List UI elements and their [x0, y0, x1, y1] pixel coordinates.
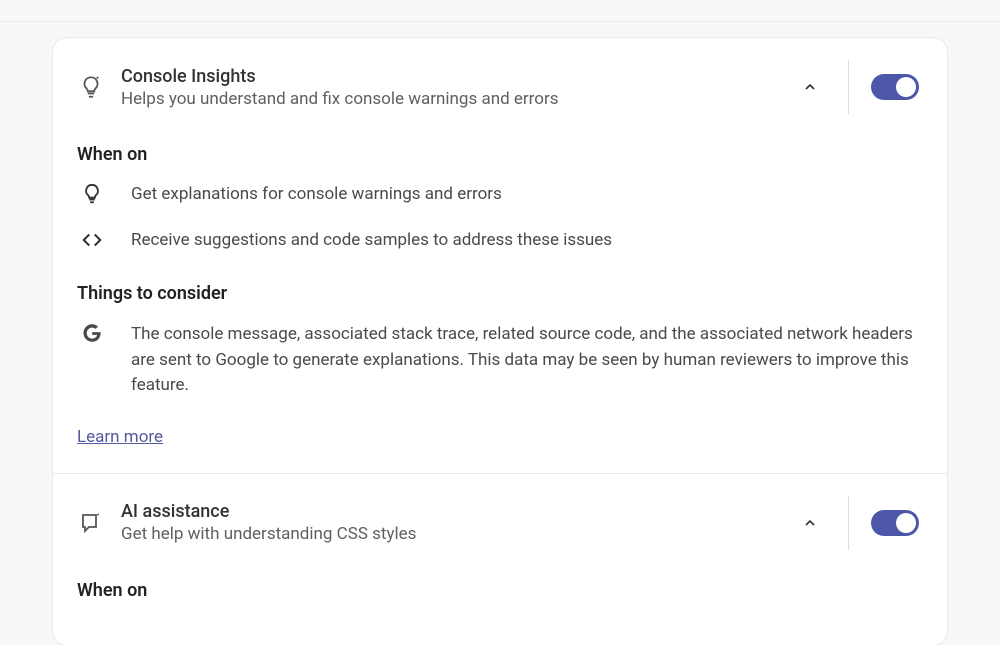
ai-assistance-header-text: AI assistance Get help with understandin…: [121, 501, 778, 544]
things-to-consider-heading: Things to consider: [77, 283, 923, 304]
chat-sparkle-icon: [75, 511, 107, 535]
ai-assistance-section: AI assistance Get help with understandin…: [53, 474, 947, 645]
feature-text: Get explanations for console warnings an…: [131, 184, 923, 204]
console-insights-subtitle: Helps you understand and fix console war…: [121, 89, 778, 109]
feature-row: Get explanations for console warnings an…: [77, 183, 923, 205]
lightbulb-sparkle-icon: [75, 74, 107, 100]
vertical-divider: [848, 60, 849, 114]
ai-assistance-toggle[interactable]: [871, 510, 919, 536]
ai-assistance-header[interactable]: AI assistance Get help with understandin…: [53, 474, 947, 568]
ai-assistance-subtitle: Get help with understanding CSS styles: [121, 524, 778, 544]
chevron-up-icon[interactable]: [792, 515, 828, 531]
code-icon: [77, 229, 107, 251]
consider-row: The console message, associated stack tr…: [77, 322, 923, 399]
consider-text: The console message, associated stack tr…: [131, 322, 923, 399]
lightbulb-icon: [77, 183, 107, 205]
console-insights-header[interactable]: Console Insights Helps you understand an…: [53, 38, 947, 132]
learn-more-link[interactable]: Learn more: [77, 427, 163, 447]
console-insights-header-text: Console Insights Helps you understand an…: [121, 66, 778, 109]
google-icon: [77, 322, 107, 344]
console-insights-title: Console Insights: [121, 66, 778, 87]
vertical-divider: [848, 496, 849, 550]
feature-text: Receive suggestions and code samples to …: [131, 230, 923, 250]
chevron-up-icon[interactable]: [792, 79, 828, 95]
ai-assistance-title: AI assistance: [121, 501, 778, 522]
when-on-heading: When on: [77, 580, 923, 601]
when-on-heading: When on: [77, 144, 923, 165]
console-insights-toggle[interactable]: [871, 74, 919, 100]
console-insights-section: Console Insights Helps you understand an…: [53, 38, 947, 473]
feature-row: Receive suggestions and code samples to …: [77, 229, 923, 251]
